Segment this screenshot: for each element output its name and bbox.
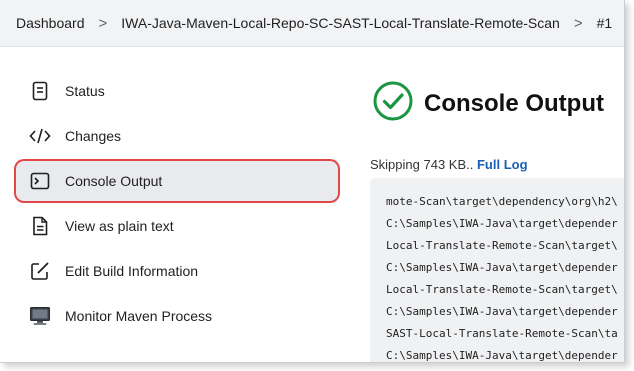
sidebar-item-label: Monitor Maven Process [65, 308, 213, 324]
console-line: C:\Samples\IWA-Java\target\depender [386, 217, 618, 230]
sidebar-item-status[interactable]: Status [16, 71, 338, 111]
sidebar-item-label: Changes [65, 128, 122, 144]
sidebar-item-view-plain-text[interactable]: View as plain text [16, 206, 338, 246]
console-line: Local-Translate-Remote-Scan\target\ [386, 239, 618, 252]
sidebar-item-label: Edit Build Information [65, 263, 199, 279]
file-text-icon [29, 215, 51, 237]
skip-text: Skipping 743 KB.. [370, 157, 474, 172]
console-line: mote-Scan\target\dependency\org\h2\ [386, 195, 618, 208]
skip-notice: Skipping 743 KB.. Full Log [370, 157, 528, 172]
sidebar-item-label: Status [65, 83, 105, 99]
breadcrumb-separator: > [573, 14, 583, 32]
code-icon [29, 125, 51, 147]
console-line: C:\Samples\IWA-Java\target\depender [386, 261, 618, 274]
breadcrumb-separator: > [98, 14, 108, 32]
breadcrumb-build[interactable]: #1 [597, 15, 613, 31]
full-log-link[interactable]: Full Log [477, 157, 528, 172]
console-line: C:\Samples\IWA-Java\target\depender [386, 305, 618, 318]
edit-icon [29, 260, 51, 282]
sidebar-item-label: Console Output [65, 173, 163, 189]
page-title: Console Output [424, 89, 604, 117]
terminal-icon [29, 170, 51, 192]
console-line: Local-Translate-Remote-Scan\target\ [386, 283, 618, 296]
sidebar-item-monitor-maven[interactable]: Monitor Maven Process [16, 296, 338, 336]
sidebar-item-edit-build-info[interactable]: Edit Build Information [16, 251, 338, 291]
breadcrumb-dashboard[interactable]: Dashboard [16, 15, 85, 31]
breadcrumb-job[interactable]: IWA-Java-Maven-Local-Repo-SC-SAST-Local-… [121, 15, 560, 31]
monitor-icon [29, 305, 51, 327]
page-header: Console Output [372, 80, 604, 127]
console-line: C:\Samples\IWA-Java\target\depender [386, 349, 618, 362]
document-icon [29, 80, 51, 102]
sidebar-item-changes[interactable]: Changes [16, 116, 338, 156]
success-check-icon [372, 80, 414, 127]
sidebar-item-console-output[interactable]: Console Output [16, 161, 338, 201]
jenkins-window: Dashboard > IWA-Java-Maven-Local-Repo-SC… [0, 0, 625, 363]
console-output-panel[interactable]: mote-Scan\target\dependency\org\h2\ C:\S… [370, 178, 624, 362]
sidebar-item-label: View as plain text [65, 218, 174, 234]
console-line: SAST-Local-Translate-Remote-Scan\ta [386, 327, 618, 340]
breadcrumb: Dashboard > IWA-Java-Maven-Local-Repo-SC… [0, 0, 624, 47]
